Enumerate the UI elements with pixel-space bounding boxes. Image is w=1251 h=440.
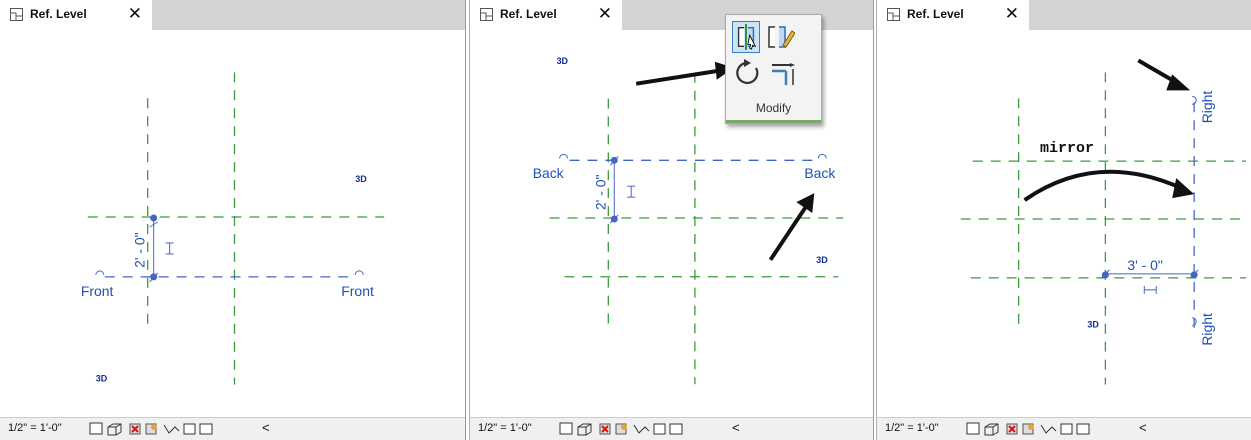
expand-chevron-icon[interactable]: < xyxy=(1139,420,1147,435)
plane-end-marker xyxy=(354,270,364,275)
dimension-value[interactable]: 2' - 0" xyxy=(592,175,608,211)
view-control-bar: 1/2" = 1'-0" < xyxy=(470,417,873,440)
close-tab-icon[interactable]: ✕ xyxy=(598,4,612,24)
3d-tag: 3D xyxy=(355,174,367,184)
3d-tag: 3D xyxy=(557,56,569,66)
tab-title: Ref. Level xyxy=(907,7,964,21)
plane-name-top[interactable]: Right xyxy=(1199,91,1215,124)
tab-bar: Ref. Level ✕ xyxy=(0,0,465,30)
visual-style-icon[interactable] xyxy=(984,423,999,436)
plane-name-right[interactable]: Back xyxy=(804,165,835,181)
eq-toggle-icon[interactable] xyxy=(627,185,636,198)
view-panel-1: Ref. Level ✕ 2' - 0" Front Front 3D 3D 1… xyxy=(0,0,466,440)
view-tab[interactable]: Ref. Level ✕ xyxy=(470,0,622,30)
sun-path-icon[interactable] xyxy=(129,423,141,435)
close-tab-icon[interactable]: ✕ xyxy=(1005,4,1019,24)
view-scale[interactable]: 1/2" = 1'-0" xyxy=(478,422,532,434)
dimension-value[interactable]: 3' - 0" xyxy=(1127,257,1163,273)
close-tab-icon[interactable]: ✕ xyxy=(128,4,142,24)
floor-plan-icon xyxy=(10,8,23,21)
floor-plan-icon xyxy=(480,8,493,21)
modify-toolbox: Modify xyxy=(725,14,822,124)
dimension-grip[interactable] xyxy=(1190,271,1198,279)
detail-level-icon[interactable] xyxy=(559,422,573,435)
temporary-hide-icon[interactable] xyxy=(199,423,213,435)
crop-region-icon[interactable] xyxy=(633,424,650,434)
mirror-pick-axis-icon[interactable] xyxy=(732,21,760,53)
modify-panel-label: Modify xyxy=(755,101,792,115)
expand-chevron-icon[interactable]: < xyxy=(262,420,270,435)
view-control-icons xyxy=(966,422,1090,436)
visual-style-icon[interactable] xyxy=(577,423,592,436)
mirror-arrow xyxy=(1023,169,1195,202)
dimension-value[interactable]: 2' - 0" xyxy=(132,232,148,268)
dimension-grip[interactable] xyxy=(150,273,158,281)
annotation-arrow xyxy=(768,193,815,261)
detail-level-icon[interactable] xyxy=(89,422,103,435)
dimension-grip[interactable] xyxy=(610,156,618,164)
tab-title: Ref. Level xyxy=(30,7,87,21)
crop-region-icon[interactable] xyxy=(1040,424,1057,434)
plane-name-bottom[interactable]: Right xyxy=(1199,313,1215,346)
plane-name-left[interactable]: Front xyxy=(81,283,114,299)
trim-extend-icon[interactable] xyxy=(768,59,798,87)
drawing-canvas[interactable]: 2' - 0" Front Front 3D 3D xyxy=(0,30,465,415)
dimension-grip[interactable] xyxy=(1101,271,1109,279)
detail-level-icon[interactable] xyxy=(966,422,980,435)
eq-toggle-icon[interactable] xyxy=(1143,285,1157,294)
3d-tag: 3D xyxy=(1087,320,1099,330)
temporary-hide-icon[interactable] xyxy=(1076,423,1090,435)
view-panel-3: Ref. Level ✕ 3' - 0" Right Right 3D 1/2"… xyxy=(876,0,1251,440)
visual-style-icon[interactable] xyxy=(107,423,122,436)
view-control-bar: 1/2" = 1'-0" < xyxy=(0,417,465,440)
view-control-icons xyxy=(559,422,683,436)
dimension-grip[interactable] xyxy=(150,214,158,222)
3d-tag: 3D xyxy=(816,255,828,265)
view-tab[interactable]: Ref. Level ✕ xyxy=(877,0,1029,30)
view-scale[interactable]: 1/2" = 1'-0" xyxy=(8,422,62,434)
plane-name-right[interactable]: Front xyxy=(341,283,374,299)
view-control-bar: 1/2" = 1'-0" < xyxy=(877,417,1251,440)
expand-chevron-icon[interactable]: < xyxy=(732,420,740,435)
shadows-icon[interactable] xyxy=(145,423,157,435)
drawing-canvas[interactable]: 3' - 0" Right Right 3D xyxy=(877,30,1251,415)
tab-title: Ref. Level xyxy=(500,7,557,21)
sun-path-icon[interactable] xyxy=(1006,423,1018,435)
show-crop-icon[interactable] xyxy=(653,423,666,435)
plane-end-marker xyxy=(817,153,827,159)
plane-name-left[interactable]: Back xyxy=(533,165,564,181)
annotation-arrow xyxy=(635,61,734,86)
rotate-icon[interactable] xyxy=(734,59,762,87)
mirror-annotation: mirror xyxy=(1040,140,1095,157)
crop-region-icon[interactable] xyxy=(163,424,180,434)
annotation-arrow xyxy=(1137,58,1191,91)
temporary-hide-icon[interactable] xyxy=(669,423,683,435)
sun-path-icon[interactable] xyxy=(599,423,611,435)
shadows-icon[interactable] xyxy=(1022,423,1034,435)
plane-end-marker xyxy=(95,270,105,275)
tab-bar: Ref. Level ✕ xyxy=(877,0,1251,30)
view-scale[interactable]: 1/2" = 1'-0" xyxy=(885,422,939,434)
floor-plan-icon xyxy=(887,8,900,21)
panel-underline xyxy=(726,120,821,123)
dimension-grip[interactable] xyxy=(610,215,618,223)
view-control-icons xyxy=(89,422,213,436)
mirror-draw-axis-icon[interactable] xyxy=(765,21,795,53)
view-tab[interactable]: Ref. Level ✕ xyxy=(0,0,152,30)
show-crop-icon[interactable] xyxy=(1060,423,1073,435)
show-crop-icon[interactable] xyxy=(183,423,196,435)
plane-end-marker xyxy=(559,153,569,159)
eq-toggle-icon[interactable] xyxy=(165,242,174,255)
shadows-icon[interactable] xyxy=(615,423,627,435)
3d-tag: 3D xyxy=(96,374,108,384)
